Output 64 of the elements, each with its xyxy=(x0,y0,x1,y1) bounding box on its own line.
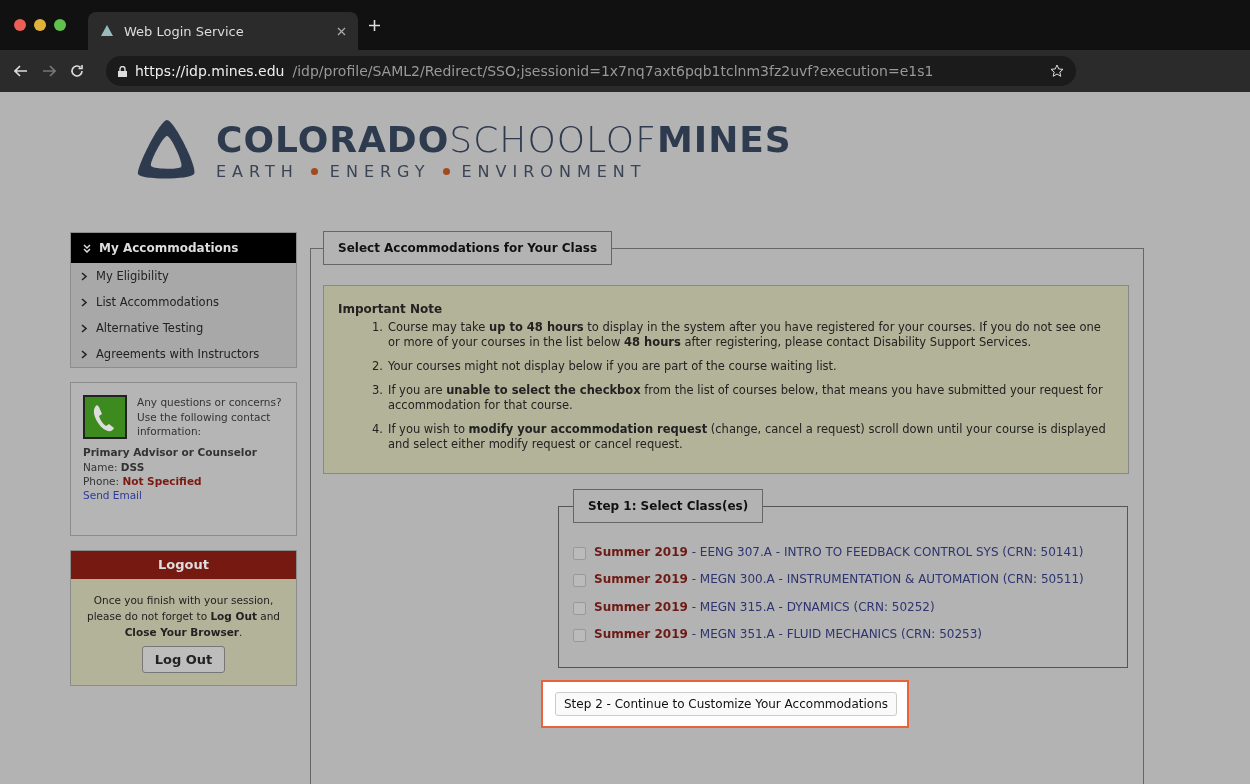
item-number: 2. xyxy=(372,358,383,374)
course-checkbox[interactable] xyxy=(573,574,586,588)
course-term: Summer 2019 xyxy=(594,572,688,587)
continue-button[interactable]: Step 2 - Continue to Customize Your Accommodations xyxy=(555,691,898,716)
course-details: - MEGN 351.A - FLUID MECHANICS (CRN: 50253) xyxy=(691,627,983,642)
close-window-icon[interactable] xyxy=(14,19,26,31)
course-details: - MEGN 300.A - INSTRUMENTATION & AUTOMATION (CRN: 50511) xyxy=(691,572,1084,587)
course-checkbox[interactable] xyxy=(573,601,586,615)
url-host: https://idp.mines.edu xyxy=(135,63,285,79)
logo-wordmark: COLORADOSCHOOLOFMINES xyxy=(216,119,792,160)
phone-value: Not Specified xyxy=(122,475,202,488)
course-checkbox[interactable] xyxy=(573,629,586,643)
course-checkbox[interactable] xyxy=(573,546,586,560)
chevron-right-icon xyxy=(81,323,88,333)
contact-role: Primary Advisor or Counselor xyxy=(83,445,258,460)
logo-tagline: ENVIRONMENT xyxy=(461,162,647,181)
menu-title: My Accommodations xyxy=(99,241,239,255)
sidebar-link[interactable]: List Accommodations xyxy=(96,295,219,309)
chevron-right-icon xyxy=(81,297,88,307)
lock-icon xyxy=(118,65,127,77)
logout-title: Logout xyxy=(71,551,296,580)
phone-icon xyxy=(83,395,127,439)
separator-dot-icon xyxy=(442,168,450,175)
logo-tagline: ENERGY xyxy=(329,162,431,181)
sidebar-link[interactable]: Agreements with Instructors xyxy=(96,347,260,361)
new-tab-icon[interactable] xyxy=(368,18,381,32)
chevron-right-icon xyxy=(81,271,88,281)
note-title: Important Note xyxy=(338,302,444,316)
phone-label: Phone: xyxy=(83,475,120,488)
separator-dot-icon xyxy=(310,168,318,175)
sidebar-link[interactable]: Alternative Testing xyxy=(96,321,204,335)
sidebar-link[interactable]: My Eligibility xyxy=(96,269,169,283)
star-icon[interactable] xyxy=(1050,64,1064,78)
close-icon[interactable] xyxy=(337,26,346,36)
item-number: 3. xyxy=(372,382,383,399)
contact-intro: Any questions or concerns? Use the following contact information: xyxy=(137,395,283,440)
browser-tab[interactable]: Web Login Service xyxy=(88,12,358,50)
reload-icon[interactable] xyxy=(70,64,84,78)
back-arrow-icon[interactable] xyxy=(14,65,28,77)
logo-tagline: EARTH xyxy=(216,162,299,181)
item-number: 1. xyxy=(372,320,383,336)
chevron-right-icon xyxy=(81,349,88,359)
address-bar[interactable]: https://idp.mines.edu /idp/profile/SAML2/Redirect/SSO;jsessionid=1x7nq7axt6pqb1tclnm3fz2uvf?execution=e1s1 xyxy=(106,56,1076,86)
double-chevron-icon xyxy=(83,243,91,253)
course-term: Summer 2019 xyxy=(594,544,688,559)
note-text: Your courses might not display below if you are part of the course waiting list. xyxy=(388,358,837,374)
url-path: /idp/profile/SAML2/Redirect/SSO;jsessionid=1x7nq7axt6pqb1tclnm3fz2uvf?execution=e1s1 xyxy=(292,63,935,79)
fieldset-legend: Step 1: Select Class(es) xyxy=(573,488,764,523)
fieldset-legend: Select Accommodations for Your Class xyxy=(323,231,613,265)
maximize-window-icon[interactable] xyxy=(54,19,66,31)
course-details: - EENG 307.A - INTRO TO FEEDBACK CONTROL SYS (CRN: 50141) xyxy=(691,544,1084,559)
course-details: - MEGN 315.A - DYNAMICS (CRN: 50252) xyxy=(691,599,935,614)
logout-message: Once you finish with your session, please do not forget to Log Out and Close Your Browser. xyxy=(86,593,281,640)
logo-icon xyxy=(100,24,114,38)
course-term: Summer 2019 xyxy=(594,599,688,614)
item-number: 4. xyxy=(372,421,383,438)
note-text: Course may take up to 48 hours to display in the system after you have registered for your courses. If you do not see one or more of your courses in the list below 48 hours after registering, please contact Disability Support Services. xyxy=(388,320,1102,350)
send-email-link[interactable]: Send Email xyxy=(83,489,142,502)
contact-name: Name: DSS xyxy=(83,459,146,475)
course-term: Summer 2019 xyxy=(594,627,688,642)
log-out-button[interactable]: Log Out xyxy=(141,646,226,674)
note-text: If you are unable to select the checkbox from the list of courses below, that means you have submitted your request for accommodation for that course. xyxy=(388,382,1104,413)
note-text: If you wish to modify your accommodation request (change, cancel a request) scroll down until your course is displayed and select either modify request or cancel request. xyxy=(388,421,1107,452)
minimize-window-icon[interactable] xyxy=(34,19,46,31)
